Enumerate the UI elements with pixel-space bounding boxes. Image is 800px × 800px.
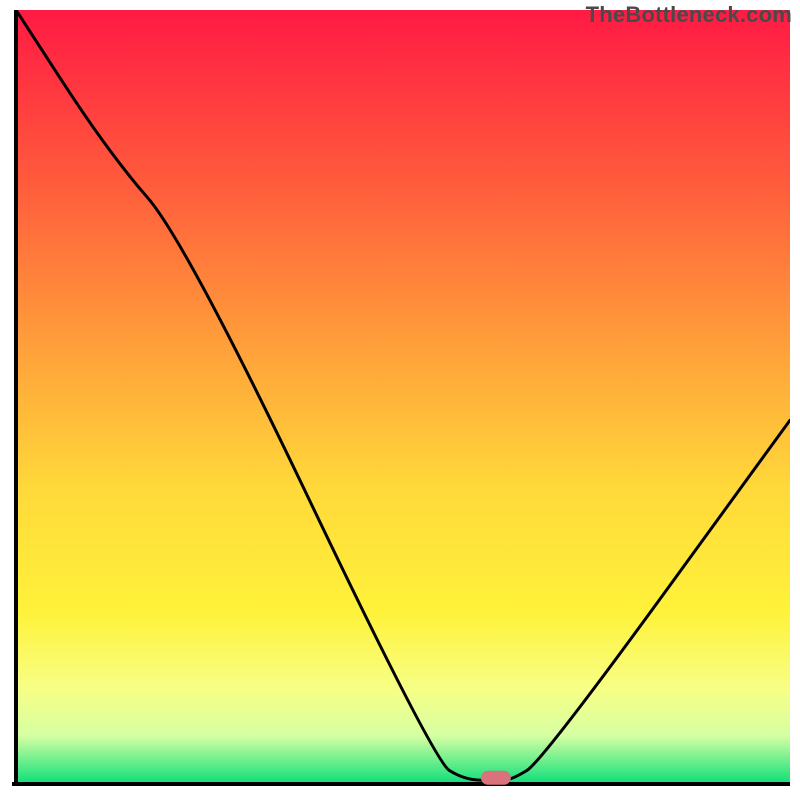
gradient-background: [16, 10, 790, 782]
watermark-text: TheBottleneck.com: [586, 2, 792, 28]
chart-svg: [10, 10, 790, 790]
plot-area: [10, 10, 790, 790]
chart-container: TheBottleneck.com: [0, 0, 800, 800]
optimal-marker: [481, 771, 511, 785]
